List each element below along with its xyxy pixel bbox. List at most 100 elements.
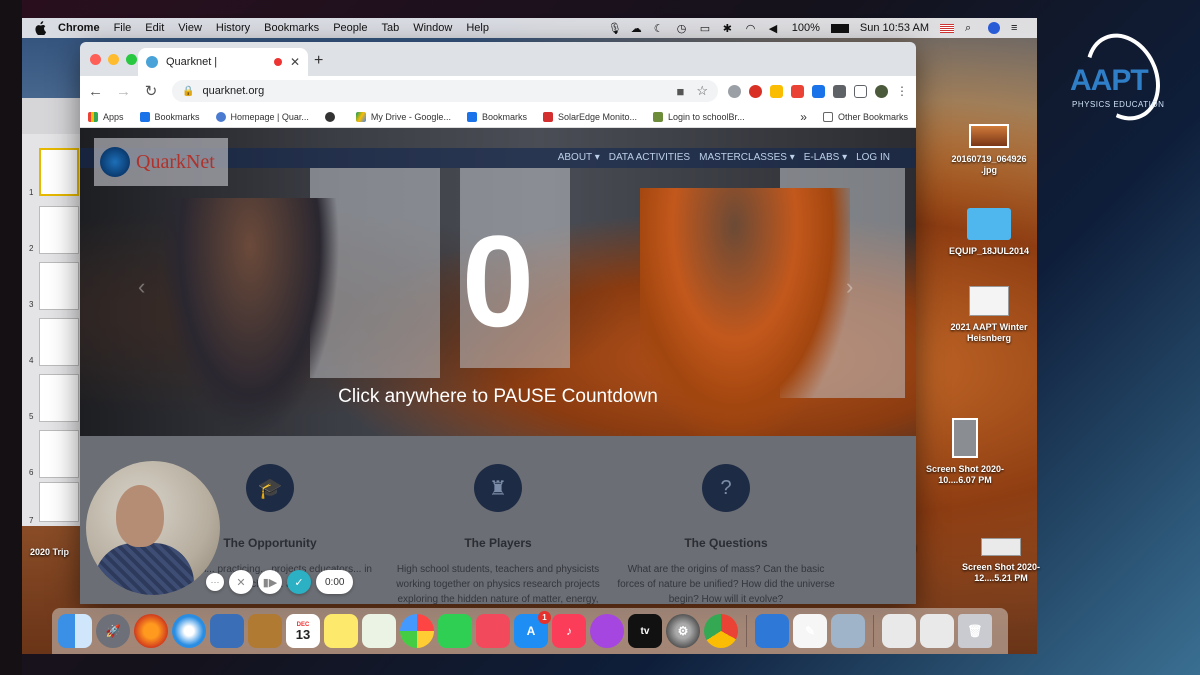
documents-stack-icon[interactable] [920,614,954,648]
recorder-cancel-button[interactable]: ✕ [229,570,253,594]
cast-icon[interactable] [854,84,867,98]
tab-quarknet[interactable]: Quarknet | ✕ [138,48,308,76]
menu-file[interactable]: File [114,22,132,34]
webcam-bubble[interactable] [86,461,220,595]
menu-window[interactable]: Window [413,22,452,34]
firefox-icon[interactable] [134,614,168,648]
recorder-more-button[interactable]: ··· [206,573,224,591]
nav-masterclasses[interactable]: MASTERCLASSES ▾ [699,152,795,163]
quarknet-logo[interactable]: QuarkNet [94,138,228,186]
menu-people[interactable]: People [333,22,367,34]
recorder-done-button[interactable]: ✓ [287,570,311,594]
close-tab-icon[interactable]: ✕ [290,55,300,69]
desktop-icon-folder[interactable]: EQUIP_18JUL2014 [946,208,1032,257]
search-icon[interactable]: ⌕ [965,22,977,34]
moon-icon[interactable]: ☾ [654,22,666,35]
other-bookmarks-folder[interactable]: Other Bookmarks [822,111,908,122]
music-icon[interactable]: ♪ [552,614,586,648]
user-icon[interactable] [988,22,1000,34]
menu-view[interactable]: View [178,22,202,34]
time-machine-icon[interactable]: ◷ [677,22,689,35]
bookmark-apps[interactable]: Apps [88,111,124,122]
battery-icon[interactable] [830,23,849,33]
photos-icon[interactable] [400,614,434,648]
podcasts-icon[interactable] [590,614,624,648]
menu-help[interactable]: Help [466,22,489,34]
hero-banner[interactable]: QuarkNet ABOUT ▾ DATA ACTIVITIES MASTERC… [80,128,916,438]
keynote-icon[interactable] [755,614,789,648]
bluetooth-icon[interactable]: ✱ [723,22,735,35]
slide-thumbnail[interactable] [39,374,79,422]
textedit-icon[interactable]: ✎ [793,614,827,648]
pause-countdown-prompt[interactable]: Click anywhere to PAUSE Countdown [80,386,916,408]
zoom-extension-icon[interactable] [812,84,825,98]
close-window-button[interactable] [90,54,101,65]
notification-center-icon[interactable]: ≡ [1011,22,1023,34]
menu-history[interactable]: History [216,22,250,34]
nav-data-activities[interactable]: DATA ACTIVITIES [609,152,690,163]
chrome-icon[interactable] [704,614,738,648]
menu-bookmarks[interactable]: Bookmarks [264,22,319,34]
drive-extension-icon[interactable] [770,84,783,98]
recorder-pause-button[interactable]: ▮▶ [258,570,282,594]
desktop-icon-document[interactable]: 2021 AAPT Winter Heisnberg [946,286,1032,344]
cloud-extension-icon[interactable] [728,84,741,98]
notebook-icon[interactable] [248,614,282,648]
extension-icon[interactable] [791,84,804,98]
bookmark-homepage[interactable]: Homepage | Quar... [215,111,309,122]
desktop-icon-screenshot[interactable]: Screen Shot 2020-10....6.07 PM [922,418,1008,486]
menu-tab[interactable]: Tab [381,22,399,34]
news-icon[interactable] [476,614,510,648]
adblock-icon[interactable] [749,84,762,98]
image-capture-icon[interactable] [831,614,865,648]
microphone-icon[interactable]: 🎙 [608,22,622,35]
slide-thumbnail[interactable] [39,430,79,478]
menu-edit[interactable]: Edit [145,22,164,34]
zoom-window-button[interactable] [126,54,137,65]
desktop-icon-screenshot[interactable]: Screen Shot 2020-12....5.21 PM [958,538,1044,584]
minimize-window-button[interactable] [108,54,119,65]
bookmark-solaredge[interactable]: SolarEdge Monito... [542,111,637,122]
puzzle-icon[interactable] [833,84,846,98]
volume-icon[interactable]: ◀ [769,22,781,35]
maps-icon[interactable] [362,614,396,648]
safari-icon[interactable] [172,614,206,648]
bookmark-bookmarks[interactable]: Bookmarks [139,111,200,122]
bookmarks-overflow-button[interactable]: » [800,110,807,124]
desktop-label-trip[interactable]: 2020 Trip [30,547,69,557]
wifi-icon[interactable]: ◠ [746,22,758,35]
battery-percent[interactable]: 100% [792,22,820,34]
launchpad-icon[interactable]: 🚀 [96,614,130,648]
flag-icon[interactable] [940,23,954,33]
slide-thumbnail[interactable] [39,148,79,196]
apple-tv-icon[interactable]: tv [628,614,662,648]
countdown-number[interactable]: 0 [80,216,916,346]
bookmark-bookmarks-2[interactable]: Bookmarks [466,111,527,122]
menu-dots-icon[interactable]: ⋮ [896,84,908,98]
back-button[interactable]: ← [88,83,103,100]
facetime-icon[interactable] [438,614,472,648]
camera-icon[interactable]: ■ [676,84,684,99]
slide-thumbnail[interactable] [39,206,79,254]
bookmark-schoolbrains[interactable]: Login to schoolBr... [653,111,745,122]
slide-thumbnail[interactable] [39,482,79,522]
clock[interactable]: Sun 10:53 AM [860,22,929,34]
bookmark-star-icon[interactable]: ☆ [696,83,708,99]
bookmark-my-drive[interactable]: My Drive - Google... [355,111,451,122]
apple-icon[interactable] [34,21,46,35]
reload-button[interactable]: ↻ [144,82,158,100]
bookmark-globe[interactable] [324,111,340,122]
system-preferences-icon[interactable]: ⚙ [666,614,700,648]
desktop-icon-photo[interactable]: 20160719_064926 .jpg [946,124,1032,176]
nav-about[interactable]: ABOUT ▾ [558,152,600,163]
downloads-stack-icon[interactable] [882,614,916,648]
slide-thumbnail[interactable] [39,318,79,366]
forward-button[interactable]: → [116,83,131,100]
address-bar[interactable]: 🔒 quarknet.org ■ ☆ [172,80,718,102]
profile-avatar[interactable] [875,84,888,98]
trash-icon[interactable]: 🗑 [958,614,992,648]
notes-icon[interactable] [324,614,358,648]
nav-e-labs[interactable]: E-LABS ▾ [804,152,847,163]
menu-app-chrome[interactable]: Chrome [58,22,100,34]
nav-log-in[interactable]: LOG IN [856,152,890,163]
